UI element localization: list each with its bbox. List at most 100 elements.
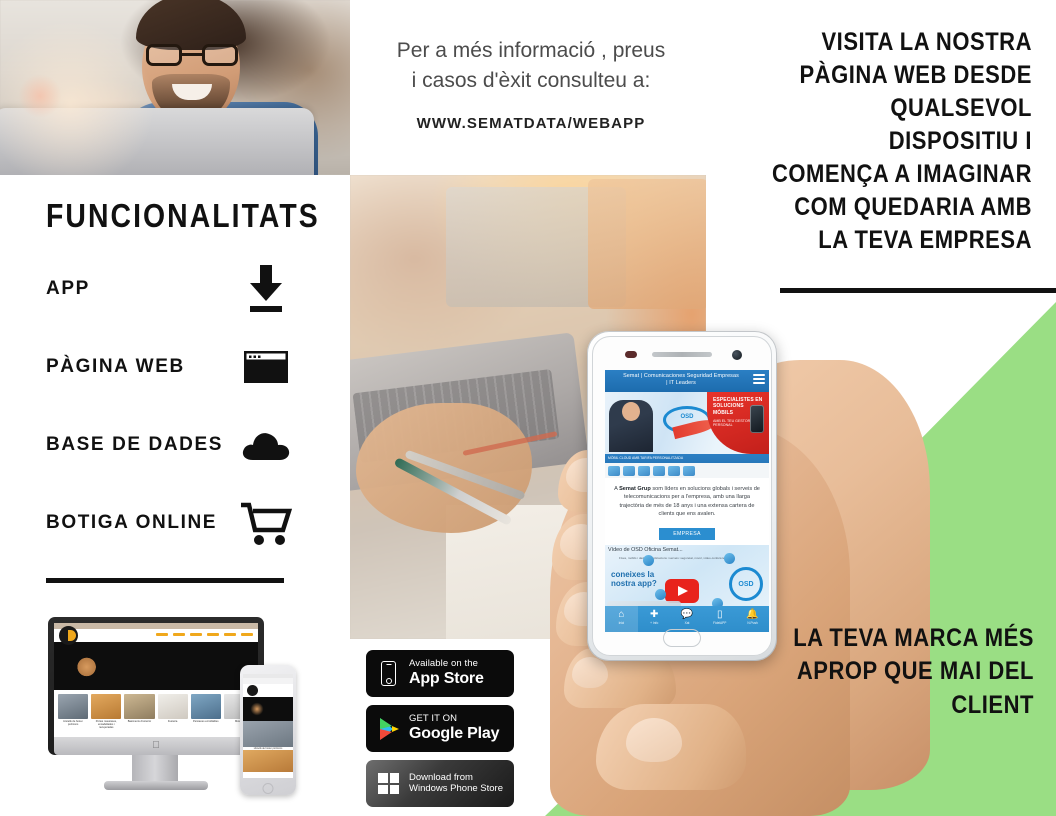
imac-screen: Llistells de fusta i porticons Portes ma… bbox=[54, 623, 258, 737]
badge-line-2: Google Play bbox=[409, 724, 500, 742]
partner-icon bbox=[683, 465, 695, 476]
badge-line-1: Download from bbox=[409, 771, 473, 783]
iphone-mockup: Llistells de fusta i porticons bbox=[240, 665, 296, 795]
intro-line-1: Per a més informació , preus bbox=[396, 39, 666, 62]
intro-text-block: Per a més informació , preus i casos d'è… bbox=[350, 0, 706, 175]
photo-man-with-laptop bbox=[0, 0, 352, 175]
cloud-icon bbox=[238, 419, 294, 471]
windows-store-badge[interactable]: Download from Windows Phone Store bbox=[366, 760, 514, 807]
chat-icon: 💬 bbox=[680, 609, 694, 620]
office-laptop-right bbox=[588, 179, 706, 309]
photo-lens-flare-small bbox=[18, 74, 62, 118]
website-url[interactable]: WWW.SEMATDATA/WEBAPP bbox=[372, 115, 690, 132]
feature-label: PÀGINA WEB bbox=[46, 356, 185, 377]
feature-label: BOTIGA ONLINE bbox=[46, 512, 218, 533]
google-play-badge[interactable]: GET IT ON Google Play bbox=[366, 705, 514, 752]
features-panel: FUNCIONALITATS APP PÀGINA WEB BASE DE DA… bbox=[0, 175, 350, 816]
shopping-cart-icon bbox=[238, 497, 294, 549]
nav-label: Xat bbox=[684, 621, 690, 625]
imac-card-caption: Portes massisses, encadellades i recuper… bbox=[95, 720, 117, 730]
imac-card: Portes massisses, encadellades i recuper… bbox=[91, 694, 122, 730]
feature-row-app[interactable]: APP bbox=[46, 261, 304, 317]
imac-card: Fusteria bbox=[157, 694, 188, 730]
home-icon: ⌂ bbox=[618, 609, 625, 620]
earpiece-speaker bbox=[652, 352, 712, 357]
google-play-triangle-icon bbox=[375, 717, 402, 741]
intro-paragraph: Per a més informació , preus i casos d'è… bbox=[372, 36, 690, 96]
plus-icon: ✚ bbox=[650, 609, 659, 620]
photo-hair bbox=[136, 0, 246, 50]
feature-row-shop[interactable]: BOTIGA ONLINE bbox=[46, 495, 304, 551]
imac-chin:  bbox=[54, 737, 258, 755]
right-panel: VISITA LA NOSTRA PÀGINA WEB DESDE QUALSE… bbox=[706, 0, 1056, 816]
imac-card-caption: Fusteria bbox=[167, 720, 178, 723]
features-divider bbox=[46, 578, 284, 583]
imac-stand-neck bbox=[132, 755, 178, 783]
service-bubble-icon bbox=[655, 588, 666, 600]
iphone-icon bbox=[375, 661, 402, 686]
nav-label: + Info bbox=[650, 621, 659, 625]
partner-icon bbox=[623, 465, 635, 476]
imac-site-menu bbox=[156, 633, 253, 636]
nav-item-info[interactable]: ✚ + Info bbox=[638, 606, 671, 632]
nav-label: Inici bbox=[618, 621, 625, 625]
download-icon bbox=[238, 263, 294, 315]
iphone-home-button bbox=[262, 783, 274, 794]
video-claim-line-1: coneixes la bbox=[611, 569, 655, 579]
headline-divider bbox=[780, 288, 1056, 293]
features-title: FUNCIONALITATS bbox=[46, 197, 320, 234]
browser-window-icon bbox=[238, 341, 294, 393]
fingernail-pinky bbox=[572, 657, 608, 688]
nav-item-inici[interactable]: ⌂ Inici bbox=[605, 606, 638, 632]
phone-home-button[interactable] bbox=[663, 629, 701, 647]
imac-card: Llistells de fusta i porticons bbox=[58, 694, 89, 730]
notification-led-icon bbox=[625, 351, 637, 358]
osd-logo-text: OSD bbox=[680, 414, 694, 420]
poster-canvas: Per a més informació , preus i casos d'è… bbox=[0, 0, 1056, 816]
service-bubble-icon bbox=[643, 554, 654, 566]
imac-site-nav bbox=[54, 626, 258, 645]
imac-site-hero-wood bbox=[54, 642, 258, 690]
photo-glasses bbox=[146, 44, 238, 66]
iphone-screen: Llistells de fusta i porticons bbox=[243, 674, 293, 778]
partner-icon bbox=[653, 465, 665, 476]
body-brand: Semat Grup bbox=[619, 486, 651, 492]
feature-label: APP bbox=[46, 278, 90, 299]
video-claim-line-2: nostra app? bbox=[611, 578, 657, 588]
iphone-site-logo bbox=[243, 684, 293, 697]
iphone-site-hero-wood bbox=[243, 697, 293, 721]
imac-card-caption: Llistells de fusta i porticons bbox=[63, 720, 83, 727]
intro-line-2: i casos d'èxit consulteu a: bbox=[411, 68, 651, 92]
app-store-badge[interactable]: Available on the App Store bbox=[366, 650, 514, 697]
windows-logo-icon bbox=[375, 773, 402, 794]
devices-mockup: Llistells de fusta i porticons Portes ma… bbox=[40, 605, 325, 805]
badge-line-2: App Store bbox=[409, 669, 484, 687]
osd-logo-icon: OSD bbox=[663, 406, 718, 440]
apple-logo-icon:  bbox=[152, 741, 160, 751]
thumbnail bbox=[626, 718, 682, 762]
tagline-text: LA TEVA MARCA MÉS APROP QUE MAI DEL CLIE… bbox=[793, 624, 1034, 719]
badge-line-1: GET IT ON bbox=[409, 712, 458, 724]
video-claim: coneixes la nostra app? bbox=[611, 569, 657, 589]
imac-mockup: Llistells de fusta i porticons Portes ma… bbox=[48, 617, 264, 755]
badge-line-1: Available on the bbox=[409, 657, 479, 669]
imac-card-caption: Persianes enrotllables bbox=[193, 720, 219, 723]
imac-card: Basiments d'exterior bbox=[124, 694, 155, 730]
iphone-site-image-1 bbox=[243, 721, 293, 747]
partner-icon bbox=[638, 465, 650, 476]
imac-site-logo bbox=[59, 626, 78, 645]
imac-card: Persianes enrotllables bbox=[190, 694, 221, 730]
feature-label: BASE DE DADES bbox=[46, 434, 224, 455]
headline-text: VISITA LA NOSTRA PÀGINA WEB DESDE QUALSE… bbox=[771, 28, 1032, 254]
imac-card-caption: Basiments d'exterior bbox=[127, 720, 152, 723]
youtube-play-icon[interactable] bbox=[665, 578, 699, 603]
feature-row-database[interactable]: BASE DE DADES bbox=[46, 417, 304, 473]
partner-icon bbox=[668, 465, 680, 476]
iphone-site-image-2 bbox=[243, 750, 293, 772]
site-title-line-2: | IT Leaders bbox=[666, 380, 696, 387]
hero-businessman-photo bbox=[609, 400, 653, 452]
feature-row-website[interactable]: PÀGINA WEB bbox=[46, 339, 304, 395]
imac-stand-base bbox=[104, 781, 208, 790]
badge-line-2: Windows Phone Store bbox=[409, 782, 503, 794]
store-badges: Available on the App Store GET IT ON Goo… bbox=[366, 650, 516, 815]
